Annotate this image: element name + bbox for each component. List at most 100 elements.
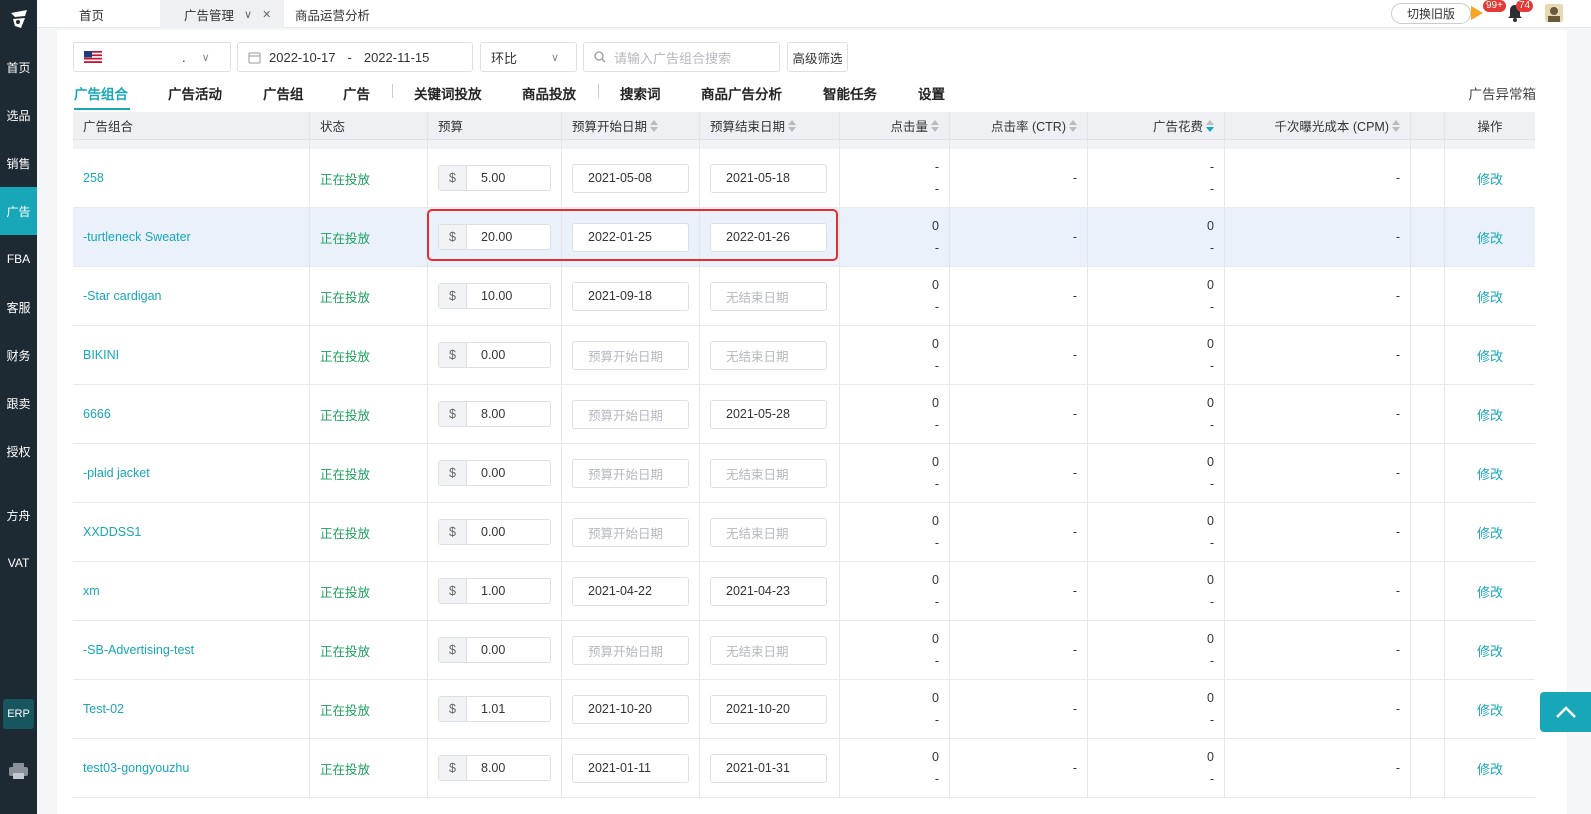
budget-end-date-input[interactable]: 2021-05-28 — [710, 399, 827, 429]
portfolio-name-link[interactable]: -Star cardigan — [83, 289, 162, 303]
budget-start-date-input[interactable]: 2021-04-22 — [572, 576, 689, 606]
ad-anomaly-box-link[interactable]: 广告异常箱 — [1469, 82, 1537, 104]
sidebar-item-follow-sell[interactable]: 跟卖 — [0, 379, 37, 427]
budget-end-date-input[interactable]: 2021-04-23 — [710, 576, 827, 606]
portfolio-name-link[interactable]: 6666 — [83, 407, 111, 421]
budget-input[interactable]: $ 0.00 — [438, 460, 551, 486]
budget-start-date-input[interactable]: 2021-10-20 — [572, 694, 689, 724]
portfolio-name-link[interactable]: 258 — [83, 171, 104, 185]
budget-end-date-input[interactable]: 2021-01-31 — [710, 753, 827, 783]
subtab-product-targeting[interactable]: 商品投放 — [522, 82, 576, 104]
sidebar-item-ark[interactable]: 方舟 — [0, 491, 37, 539]
budget-start-date-input[interactable]: 预算开始日期 — [572, 340, 689, 370]
advanced-filter-button[interactable]: 高级筛选 — [787, 42, 848, 72]
close-icon[interactable]: ✕ — [262, 8, 271, 21]
portfolio-name-link[interactable]: Test-02 — [83, 702, 124, 716]
edit-button[interactable]: 修改 — [1477, 405, 1503, 424]
budget-start-date-input[interactable]: 预算开始日期 — [572, 635, 689, 665]
budget-start-date-input[interactable]: 预算开始日期 — [572, 458, 689, 488]
sort-icon[interactable] — [1206, 119, 1214, 133]
budget-input[interactable]: $ 8.00 — [438, 401, 551, 427]
chevron-down-icon[interactable]: ∨ — [244, 8, 252, 21]
sidebar-item-sales[interactable]: 销售 — [0, 139, 37, 187]
budget-input[interactable]: $ 1.00 — [438, 578, 551, 604]
budget-input[interactable]: $ 0.00 — [438, 342, 551, 368]
portfolio-name-link[interactable]: -plaid jacket — [83, 466, 150, 480]
budget-end-date-input[interactable]: 无结束日期 — [710, 635, 827, 665]
sort-icon[interactable] — [1392, 119, 1400, 133]
edit-button[interactable]: 修改 — [1477, 700, 1503, 719]
edit-button[interactable]: 修改 — [1477, 287, 1503, 306]
budget-input[interactable]: $ 8.00 — [438, 755, 551, 781]
sidebar-item-product-selection[interactable]: 选品 — [0, 91, 37, 139]
subtab-portfolios[interactable]: 广告组合 — [74, 82, 128, 104]
subtab-campaigns[interactable]: 广告活动 — [168, 82, 222, 104]
budget-end-date-input[interactable]: 2021-10-20 — [710, 694, 827, 724]
subtab-product-ad-analysis[interactable]: 商品广告分析 — [701, 82, 782, 104]
tab-product-operation-analysis[interactable]: 商品运营分析 — [295, 0, 370, 28]
budget-input[interactable]: $ 5.00 — [438, 165, 551, 191]
avatar[interactable] — [1545, 4, 1563, 22]
portfolio-name-link[interactable]: test03-gongyouzhu — [83, 761, 189, 775]
budget-end-date-input[interactable]: 无结束日期 — [710, 517, 827, 547]
budget-input[interactable]: $ 0.00 — [438, 637, 551, 663]
sidebar-item-authorization[interactable]: 授权 — [0, 427, 37, 475]
sort-icon[interactable] — [788, 119, 797, 133]
header-cpm[interactable]: 千次曝光成本 (CPM) — [1225, 112, 1411, 139]
sidebar-item-vat[interactable]: VAT — [0, 539, 37, 587]
subtab-ads[interactable]: 广告 — [343, 82, 370, 104]
switch-old-version-button[interactable]: 切换旧版 — [1391, 3, 1471, 24]
sort-icon[interactable] — [1069, 119, 1077, 133]
edit-button[interactable]: 修改 — [1477, 169, 1503, 188]
subtab-ad-groups[interactable]: 广告组 — [263, 82, 304, 104]
portfolio-name-link[interactable]: XXDDSS1 — [83, 525, 141, 539]
app-logo-icon[interactable] — [0, 0, 37, 38]
edit-button[interactable]: 修改 — [1477, 641, 1503, 660]
scroll-to-top-button[interactable] — [1540, 692, 1591, 732]
portfolio-name-link[interactable]: xm — [83, 584, 100, 598]
subtab-settings[interactable]: 设置 — [918, 82, 945, 104]
sidebar-item-home[interactable]: 首页 — [0, 43, 37, 91]
budget-input[interactable]: $ 0.00 — [438, 519, 551, 545]
budget-start-date-input[interactable]: 2021-01-11 — [572, 753, 689, 783]
subtab-search-terms[interactable]: 搜索词 — [620, 82, 661, 104]
header-budget-end[interactable]: 预算结束日期 — [700, 112, 840, 139]
sidebar-item-finance[interactable]: 财务 — [0, 331, 37, 379]
header-clicks[interactable]: 点击量 — [840, 112, 950, 139]
tab-home[interactable]: 首页 — [79, 0, 104, 28]
edit-button[interactable]: 修改 — [1477, 228, 1503, 247]
sort-icon[interactable] — [931, 119, 939, 133]
budget-end-date-input[interactable]: 无结束日期 — [710, 458, 827, 488]
budget-start-date-input[interactable]: 2021-05-08 — [572, 163, 689, 193]
budget-end-date-input[interactable]: 无结束日期 — [710, 340, 827, 370]
erp-button[interactable]: ERP — [3, 699, 34, 729]
portfolio-name-link[interactable]: BIKINI — [83, 348, 119, 362]
sidebar-item-customer-service[interactable]: 客服 — [0, 283, 37, 331]
subtab-keyword-targeting[interactable]: 关键词投放 — [414, 82, 482, 104]
edit-button[interactable]: 修改 — [1477, 582, 1503, 601]
sort-icon[interactable] — [650, 119, 659, 133]
compare-select[interactable]: 环比 ∨ — [480, 42, 577, 72]
portfolio-name-link[interactable]: -turtleneck Sweater — [83, 230, 191, 244]
portfolio-name-link[interactable]: -SB-Advertising-test — [83, 643, 194, 657]
sidebar-item-fba[interactable]: FBA — [0, 235, 37, 283]
tab-ad-management[interactable]: 广告管理 ∨ ✕ — [160, 0, 284, 28]
country-select[interactable]: . ∨ — [73, 42, 231, 72]
sidebar-item-ads[interactable]: 广告 — [0, 187, 37, 235]
budget-end-date-input[interactable]: 无结束日期 — [710, 281, 827, 311]
budget-start-date-input[interactable]: 2021-09-18 — [572, 281, 689, 311]
budget-end-date-input[interactable]: 2021-05-18 — [710, 163, 827, 193]
printer-icon[interactable] — [8, 762, 29, 780]
date-range-picker[interactable]: 2022-10-17 - 2022-11-15 — [237, 42, 473, 72]
budget-input[interactable]: $ 1.01 — [438, 696, 551, 722]
header-ctr[interactable]: 点击率 (CTR) — [950, 112, 1088, 139]
header-budget-start[interactable]: 预算开始日期 — [562, 112, 700, 139]
edit-button[interactable]: 修改 — [1477, 523, 1503, 542]
edit-button[interactable]: 修改 — [1477, 346, 1503, 365]
search-input[interactable]: 请输入广告组合搜索 — [583, 42, 780, 72]
header-spend[interactable]: 广告花费 — [1088, 112, 1225, 139]
budget-start-date-input[interactable]: 预算开始日期 — [572, 517, 689, 547]
budget-input[interactable]: $ 10.00 — [438, 283, 551, 309]
edit-button[interactable]: 修改 — [1477, 464, 1503, 483]
subtab-smart-tasks[interactable]: 智能任务 — [823, 82, 877, 104]
